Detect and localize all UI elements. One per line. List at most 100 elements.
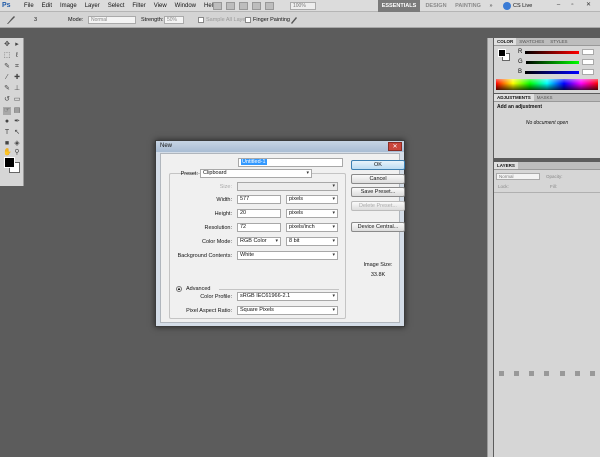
rotate-view-icon[interactable] <box>265 2 274 10</box>
dialog-close-button[interactable]: ✕ <box>388 142 402 151</box>
add-mask-icon[interactable] <box>529 371 535 376</box>
tab-color[interactable]: COLOR <box>494 38 517 45</box>
resolution-unit-select[interactable]: pixels/inch <box>286 223 338 232</box>
lasso-tool-icon[interactable]: ℓ <box>13 52 21 60</box>
cs-live[interactable]: CS Live <box>503 1 532 11</box>
mini-bridge-icon[interactable] <box>226 2 235 10</box>
group-icon[interactable] <box>559 371 565 376</box>
save-preset-button[interactable]: Save Preset... <box>351 187 405 197</box>
preset-select[interactable]: Clipboard <box>200 169 312 178</box>
green-slider[interactable]: G <box>518 58 594 66</box>
menu-window[interactable]: Window <box>171 0 200 12</box>
red-slider[interactable]: R <box>518 48 594 56</box>
link-layers-icon[interactable] <box>499 371 505 376</box>
color-foreground-swatch[interactable] <box>498 49 506 57</box>
width-field[interactable]: 577 <box>237 195 281 204</box>
move-tool-icon[interactable]: ✥ <box>3 41 11 49</box>
cancel-button[interactable]: Cancel <box>351 174 405 184</box>
red-value[interactable] <box>582 49 594 55</box>
3d-tool-icon[interactable]: ◈ <box>13 140 21 148</box>
zoom-level[interactable]: 100% <box>290 2 316 10</box>
foreground-color-swatch[interactable] <box>4 157 15 168</box>
dodge-tool-icon[interactable]: ● <box>3 118 11 126</box>
blue-bar[interactable] <box>525 70 579 74</box>
green-bar[interactable] <box>525 60 580 64</box>
marquee-tool-icon[interactable]: ⬚ <box>3 52 11 60</box>
menu-image[interactable]: Image <box>56 0 81 12</box>
workspace-painting[interactable]: PAINTING <box>453 0 483 12</box>
maximize-icon[interactable]: ▫ <box>567 1 578 10</box>
tab-styles[interactable]: STYLES <box>547 38 570 45</box>
bit-depth-select[interactable]: 8 bit <box>286 237 338 246</box>
gradient-tool-icon[interactable]: ▤ <box>13 107 21 115</box>
type-tool-icon[interactable]: T <box>3 129 11 137</box>
menu-filter[interactable]: Filter <box>128 0 149 12</box>
smudge-tool-icon[interactable] <box>5 15 17 25</box>
crop-tool-icon[interactable]: ⌗ <box>13 63 21 71</box>
delete-layer-icon[interactable] <box>589 371 595 376</box>
tab-adjustments[interactable]: ADJUSTMENTS <box>494 94 534 101</box>
clone-stamp-tool-icon[interactable]: ⊥ <box>13 85 21 93</box>
shape-tool-icon[interactable]: ■ <box>3 140 11 148</box>
zoom-tool-icon[interactable]: ⚲ <box>13 149 21 157</box>
pen-tool-icon[interactable]: ✒ <box>13 118 21 126</box>
color-profile-select[interactable]: sRGB IEC61966-2.1 <box>237 292 338 301</box>
smudge-tool-selected-icon[interactable]: ☞ <box>3 107 11 115</box>
brush-size[interactable]: 3 <box>34 16 37 24</box>
tab-swatches[interactable]: SWATCHES <box>516 38 547 45</box>
close-window-icon[interactable]: ✕ <box>583 1 594 10</box>
new-layer-icon[interactable] <box>574 371 580 376</box>
finger-painting-checkbox[interactable] <box>245 17 251 23</box>
brush-tool-icon[interactable]: ✎ <box>3 85 11 93</box>
quick-select-tool-icon[interactable]: ✎ <box>3 63 11 71</box>
minimize-icon[interactable]: – <box>553 1 564 10</box>
resolution-field[interactable]: 72 <box>237 223 281 232</box>
background-contents-select[interactable]: White <box>237 251 338 260</box>
history-brush-tool-icon[interactable]: ↺ <box>3 96 11 104</box>
height-field[interactable]: 20 <box>237 209 281 218</box>
path-select-tool-icon[interactable]: ↖ <box>13 129 21 137</box>
menu-view[interactable]: View <box>150 0 171 12</box>
green-value[interactable] <box>582 59 594 65</box>
advanced-toggle-icon[interactable]: ▴ <box>176 286 182 292</box>
layer-style-icon[interactable] <box>514 371 520 376</box>
menu-edit[interactable]: Edit <box>38 0 56 12</box>
zoom-icon[interactable] <box>252 2 261 10</box>
name-field[interactable]: Untitled-1 <box>238 158 343 167</box>
mode-select[interactable]: Normal <box>88 16 136 24</box>
layers-panel: LAYERS Normal Opacity: Lock: Fill: <box>494 162 600 457</box>
menu-layer[interactable]: Layer <box>81 0 104 12</box>
eyedropper-tool-icon[interactable]: ⁄ <box>3 74 11 82</box>
layers-blend-mode[interactable]: Normal <box>496 173 540 180</box>
healing-tool-icon[interactable]: ✚ <box>13 74 21 82</box>
workspace-more[interactable]: » <box>487 0 495 12</box>
dialog-title-bar[interactable]: New ✕ <box>156 141 404 152</box>
app-bar-icons <box>213 2 274 10</box>
hand-tool-icon[interactable]: ✋ <box>3 149 12 157</box>
menu-select[interactable]: Select <box>104 0 129 12</box>
advanced-label[interactable]: Advanced <box>186 286 210 292</box>
menu-file[interactable]: File <box>20 0 38 12</box>
finger-painting-label: Finger Painting <box>253 17 290 23</box>
arrow-tool-icon[interactable]: ▸ <box>13 41 21 49</box>
blue-value[interactable] <box>582 69 594 75</box>
blue-slider[interactable]: B <box>518 68 594 76</box>
width-unit-select[interactable]: pixels <box>286 195 338 204</box>
adjustment-layer-icon[interactable] <box>544 371 550 376</box>
color-mode-select[interactable]: RGB Color <box>237 237 281 246</box>
pressure-icon[interactable] <box>289 15 301 25</box>
ok-button[interactable]: OK <box>351 160 405 170</box>
height-unit-select[interactable]: pixels <box>286 209 338 218</box>
strength-input[interactable]: 50% <box>164 16 184 24</box>
hand-icon[interactable] <box>239 2 248 10</box>
bridge-icon[interactable] <box>213 2 222 10</box>
eraser-tool-icon[interactable]: ▭ <box>13 96 21 104</box>
red-bar[interactable] <box>525 50 580 54</box>
workspace-essentials[interactable]: ESSENTIALS <box>378 0 420 12</box>
device-central-button[interactable]: Device Central... <box>351 222 405 232</box>
sample-all-layers-checkbox[interactable] <box>198 17 204 23</box>
workspace-design[interactable]: DESIGN <box>424 0 448 12</box>
tab-masks[interactable]: MASKS <box>534 94 556 101</box>
tab-layers[interactable]: LAYERS <box>494 162 518 169</box>
pixel-aspect-ratio-select[interactable]: Square Pixels <box>237 306 338 315</box>
